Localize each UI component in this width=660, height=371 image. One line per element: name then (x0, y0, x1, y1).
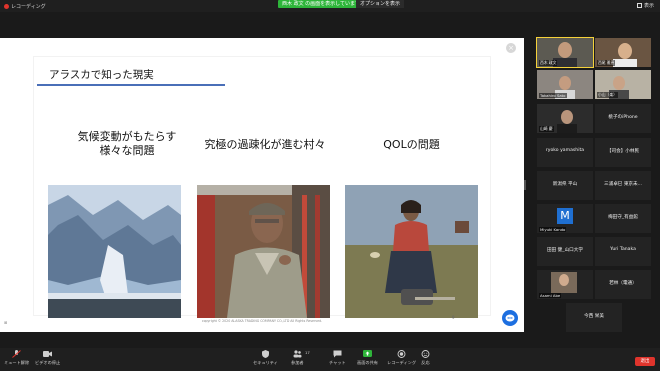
security-button[interactable]: セキュリティ (253, 350, 278, 366)
participant-tile[interactable]: ryoko yamashita (537, 138, 593, 167)
participant-name: 三浦卓巳 東京未... (604, 182, 642, 187)
participant-name: 桃子のiPhone (608, 115, 638, 120)
participant-name: Yuri Tanaka (610, 247, 636, 252)
smiley-icon (421, 350, 430, 358)
participant-tile[interactable]: 【司会】小林民 (595, 138, 651, 167)
elder-portrait-photo (197, 185, 330, 318)
recording-indicator[interactable]: レコーディング (4, 2, 46, 10)
participant-name: Takahiro Sato (539, 93, 567, 98)
security-label: セキュリティ (253, 360, 278, 365)
participant-name: 新潟県 平山 (552, 182, 578, 187)
reactions-button[interactable]: 反応 (421, 350, 430, 366)
participant-tile[interactable]: 新潟県 平山 (537, 171, 593, 200)
record-dot-icon (4, 3, 9, 9)
participant-name: 【司会】小林民 (606, 149, 640, 154)
chat-label: チャット (329, 360, 346, 365)
participant-name: 今西 栄美 (584, 314, 604, 319)
record-label: レコーディング (387, 360, 417, 365)
participants-button[interactable]: 参加者 (291, 350, 304, 366)
record-button[interactable]: レコーディング (387, 350, 416, 366)
chat-bubble-icon[interactable] (502, 310, 518, 326)
participant-name: Miyuki Kando (539, 227, 567, 232)
view-label: 表示 (643, 3, 654, 9)
participant-name: 西木 政文 (539, 60, 558, 66)
slide-corner-mark: ⊞ (4, 320, 8, 325)
grid-icon (636, 3, 642, 8)
reactions-label: 反応 (421, 360, 430, 365)
column-heading-qol: QOLの問題 (383, 138, 440, 151)
recording-label: レコーディング (11, 3, 46, 10)
video-camera-icon (43, 351, 53, 357)
title-underline (37, 84, 225, 86)
shared-screen[interactable]: × アラスカで知った現実 気候変動がもたらす 様々な問題 究極の過疎化が進む村々… (0, 38, 524, 332)
zoom-meeting-window: レコーディング 西木 政文 の画面を表示しています オプションを表示 表示 × … (0, 0, 660, 371)
participant-tile[interactable]: 西木 政文 (536, 37, 594, 68)
heading-line-2: 様々な問題 (99, 144, 155, 157)
view-button[interactable]: 表示 (636, 2, 654, 9)
participant-name: ryoko yamashita (545, 148, 585, 153)
mute-label: ミュート解除 (4, 360, 30, 365)
participant-tile[interactable]: M Miyuki Kando (537, 204, 593, 233)
participant-tile[interactable]: 若林（電通） (595, 270, 651, 299)
participant-name: 若林（電通） (609, 281, 637, 286)
stop-video-button[interactable]: ビデオの停止 (35, 350, 60, 366)
slide-copyright: copyright © 2020 ALASKA TRADING COMPANY … (201, 319, 323, 323)
close-icon[interactable]: × (506, 43, 516, 53)
slide-page-number: 9 (452, 315, 455, 320)
panel-splitter-handle[interactable] (524, 180, 526, 190)
shield-icon (261, 350, 269, 358)
chat-icon (333, 350, 342, 358)
view-options-button[interactable]: オプションを表示 (356, 0, 405, 8)
participant-tile[interactable]: 田田 健_山口大学 (537, 237, 593, 266)
participant-name: 梅田守_有益館 (608, 215, 638, 220)
participant-tile[interactable]: Yuri Tanaka (595, 237, 651, 266)
participant-tile[interactable]: 山崎 慶 (537, 104, 593, 133)
participant-name: 田田 健_山口大学 (547, 248, 583, 253)
participant-tile[interactable]: 西尾 雅恵 (595, 38, 651, 67)
participant-tile[interactable]: 小山（楽） (595, 70, 651, 99)
video-label: ビデオの停止 (35, 360, 61, 365)
leave-meeting-button[interactable]: 退出 (635, 357, 655, 366)
people-icon (293, 350, 302, 358)
participants-count: 17 (305, 350, 310, 355)
participant-tile[interactable]: 桃子のiPhone (595, 104, 651, 133)
avatar: M (557, 208, 573, 224)
column-heading-climate: 気候変動がもたらす 様々な問題 (58, 130, 196, 158)
microphone-muted-icon (12, 350, 21, 358)
participant-tile[interactable]: Asami Abe (537, 270, 593, 299)
participant-name: Asami Abe (539, 293, 562, 298)
participant-name: 西尾 雅恵 (597, 60, 616, 66)
glacier-photo (48, 185, 181, 318)
share-label: 画面の共有 (357, 360, 378, 365)
mute-button[interactable]: ミュート解除 (4, 350, 29, 366)
participant-tile[interactable]: Takahiro Sato (537, 70, 593, 99)
participant-name: 山崎 慶 (539, 126, 554, 132)
slide-title: アラスカで知った現実 (49, 69, 154, 81)
record-icon (397, 350, 406, 358)
meeting-toolbar: ミュート解除 ビデオの停止 セキュリティ 参加者 17 チャット 画面の共有 レ… (0, 348, 660, 371)
screen-share-banner: 西木 政文 の画面を表示しています (278, 0, 365, 8)
share-screen-icon (362, 350, 372, 357)
chat-button[interactable]: チャット (329, 350, 346, 366)
participant-name: 小山（楽） (597, 92, 618, 98)
participants-label: 参加者 (291, 360, 304, 365)
heading-line-1: 気候変動がもたらす (77, 130, 177, 143)
participant-tile[interactable]: 三浦卓巳 東京未... (595, 171, 651, 200)
share-screen-button[interactable]: 画面の共有 (357, 350, 378, 366)
top-bar: レコーディング 西木 政文 の画面を表示しています オプションを表示 表示 (0, 0, 660, 12)
participant-tile[interactable]: 今西 栄美 (566, 303, 622, 332)
village-woman-photo (345, 185, 478, 318)
column-heading-depopulation: 究極の過疎化が進む村々 (204, 138, 326, 151)
presentation-slide: アラスカで知った現実 気候変動がもたらす 様々な問題 究極の過疎化が進む村々 Q… (33, 56, 491, 323)
participant-tile[interactable]: 梅田守_有益館 (595, 204, 651, 233)
